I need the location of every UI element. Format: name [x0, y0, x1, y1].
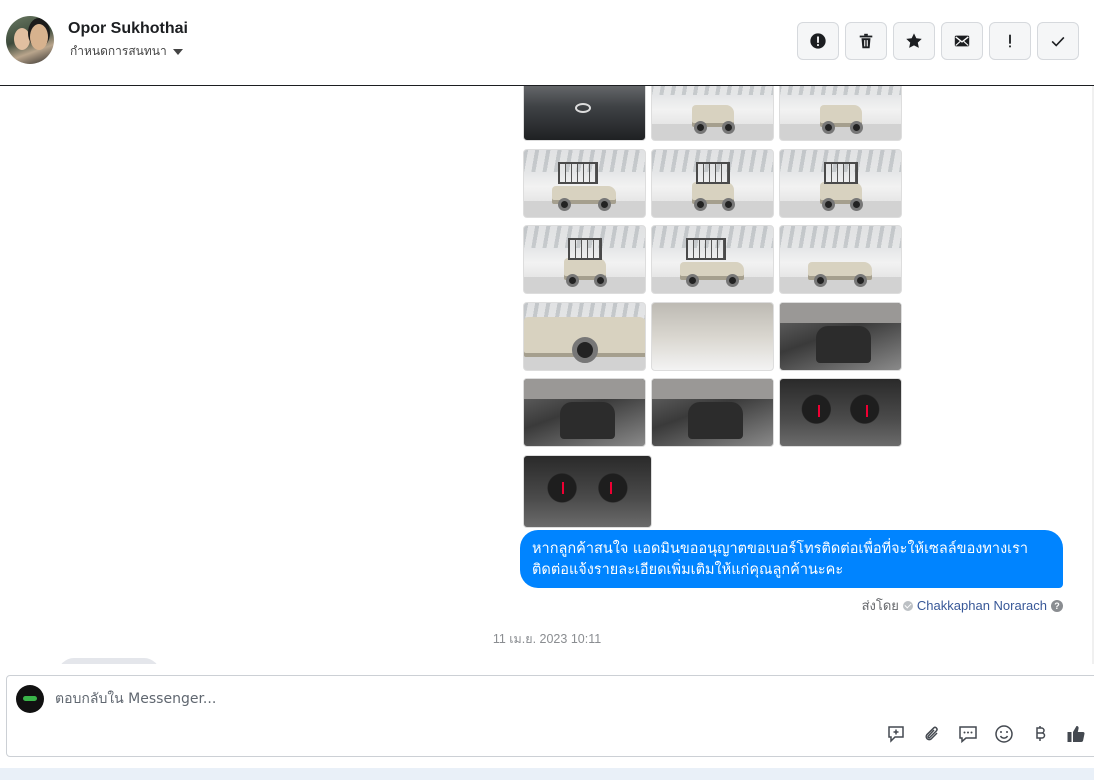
- composer-tools: [885, 723, 1087, 745]
- alert-circle-icon: [810, 33, 826, 49]
- star-icon: [906, 33, 922, 48]
- add-note-icon: [888, 726, 904, 743]
- incoming-message-bubble[interactable]: [58, 658, 160, 664]
- caret-down-icon: [172, 49, 183, 55]
- timestamp-text: 11 เม.ย. 2023 10:11: [492, 632, 602, 646]
- attachment-icon: [925, 726, 938, 741]
- assign-label: กำหนดการสนทนา: [70, 44, 167, 58]
- mark-unread-button[interactable]: [941, 22, 983, 60]
- spam-button[interactable]: [797, 22, 839, 60]
- photo-thumbnail[interactable]: [779, 86, 902, 141]
- sender-name[interactable]: Chakkaphan Norarach: [917, 598, 1047, 613]
- page-avatar: [16, 685, 44, 713]
- envelope-icon: [954, 35, 970, 47]
- photo-thumbnail[interactable]: [523, 301, 646, 371]
- photo-thumbnail[interactable]: [651, 301, 774, 371]
- photo-thumbnail[interactable]: [779, 148, 902, 218]
- reply-composer: [6, 675, 1094, 757]
- checkmark-icon: [1051, 36, 1065, 47]
- photo-thumbnail[interactable]: [523, 148, 646, 218]
- help-icon[interactable]: ?: [1051, 599, 1063, 612]
- outgoing-message-bubble[interactable]: หากลูกค้าสนใจ แอดมินขออนุญาตขอเบอร์โทรติ…: [520, 530, 1063, 588]
- sent-by-row: ส่งโดย Chakkaphan Norarach ?: [862, 595, 1063, 616]
- thumbs-up-icon: [1067, 726, 1085, 743]
- sent-by-label: ส่งโดย: [861, 598, 899, 613]
- baht-payment-icon: [1036, 726, 1046, 741]
- emoji-button[interactable]: [993, 723, 1015, 745]
- photo-thumbnail[interactable]: [779, 225, 902, 294]
- photo-thumbnail[interactable]: [523, 454, 652, 528]
- photo-thumbnail[interactable]: [651, 378, 774, 447]
- like-button[interactable]: [1065, 723, 1087, 745]
- trash-icon: [859, 33, 873, 49]
- payment-button[interactable]: [1029, 723, 1051, 745]
- photo-thumbnail[interactable]: [651, 148, 774, 218]
- mark-done-button[interactable]: [1037, 22, 1079, 60]
- reply-input[interactable]: [55, 689, 815, 709]
- message-thread[interactable]: หากลูกค้าสนใจ แอดมินขออนุญาตขอเบอร์โทรติ…: [0, 86, 1094, 664]
- messenger-inbox: Opor Sukhothai กำหนดการสนทนา หากลูกค้าสน…: [0, 0, 1094, 780]
- photo-thumbnail[interactable]: [523, 225, 646, 294]
- conversation-header: Opor Sukhothai กำหนดการสนทนา: [0, 0, 1094, 86]
- contact-name[interactable]: Opor Sukhothai: [68, 20, 188, 38]
- add-note-button[interactable]: [885, 723, 907, 745]
- emoji-icon: [995, 725, 1013, 743]
- photo-thumbnail[interactable]: [651, 225, 774, 294]
- photo-thumbnail[interactable]: [779, 301, 902, 371]
- photo-thumbnail[interactable]: [523, 86, 646, 141]
- contact-avatar[interactable]: [6, 16, 54, 64]
- message-text: หากลูกค้าสนใจ แอดมินขออนุญาตขอเบอร์โทรติ…: [532, 541, 1029, 578]
- delete-button[interactable]: [845, 22, 887, 60]
- header-actions: [797, 22, 1079, 60]
- message-timestamp: 11 เม.ย. 2023 10:11: [0, 629, 1094, 649]
- photo-thumbnail[interactable]: [523, 378, 646, 447]
- saved-reply-icon: [959, 726, 977, 744]
- photo-thumbnail[interactable]: [779, 378, 902, 447]
- saved-reply-button[interactable]: [957, 723, 979, 745]
- attach-button[interactable]: [921, 723, 943, 745]
- assign-conversation-dropdown[interactable]: กำหนดการสนทนา: [70, 42, 183, 61]
- follow-up-button[interactable]: [989, 22, 1031, 60]
- verified-check-icon: [902, 600, 913, 611]
- star-button[interactable]: [893, 22, 935, 60]
- photo-thumbnail[interactable]: [651, 86, 774, 141]
- bottom-strip: [0, 768, 1094, 780]
- exclamation-icon: [1009, 34, 1011, 48]
